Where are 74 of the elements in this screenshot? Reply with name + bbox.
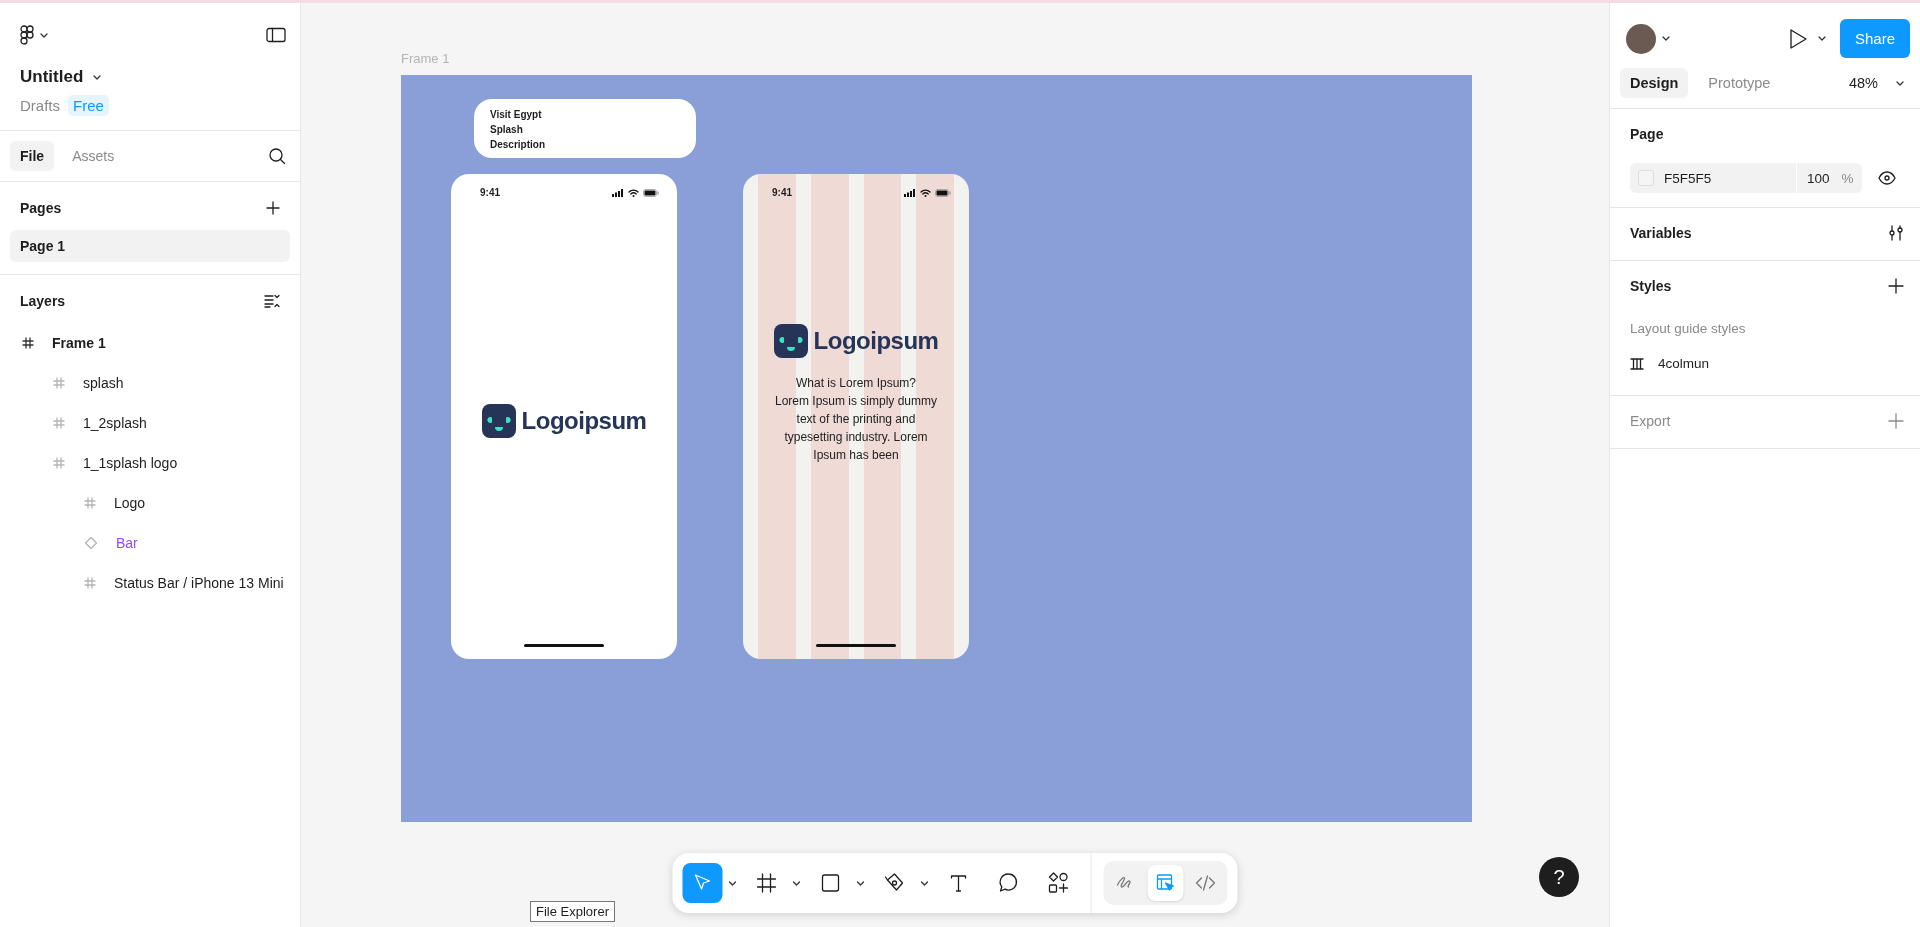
section-title: Styles [1630, 278, 1672, 294]
main-menu-button[interactable] [20, 25, 48, 45]
caret-icon[interactable] [1896, 80, 1904, 86]
figma-logo-icon [20, 25, 34, 45]
tooltip: File Explorer [530, 901, 615, 922]
style-item[interactable]: 4colmun [1630, 356, 1904, 371]
caret-icon[interactable] [93, 74, 102, 80]
frame-tool-icon [754, 871, 779, 895]
layer-item[interactable]: 1_2splash [0, 403, 300, 443]
avatar[interactable] [1626, 23, 1656, 54]
play-icon[interactable] [1787, 27, 1808, 50]
section-title: Export [1630, 413, 1671, 429]
color-field[interactable]: F5F5F5 [1630, 163, 1796, 193]
collapse-layers-icon[interactable] [264, 294, 280, 308]
sliders-icon[interactable] [1888, 225, 1904, 241]
diamond-icon [84, 536, 98, 550]
caret-icon [40, 32, 48, 38]
frame-icon [84, 577, 96, 589]
wifi-icon [920, 188, 931, 197]
frame-icon [84, 497, 96, 509]
frame-icon [22, 337, 34, 349]
frame-icon [53, 457, 65, 469]
status-time: 9:41 [480, 187, 500, 198]
group-label: Layout guide styles [1630, 321, 1747, 336]
add-icon[interactable] [266, 201, 280, 215]
layer-item[interactable]: Bar [0, 523, 300, 563]
eye-icon[interactable] [1877, 171, 1896, 185]
sidebar-toggle-icon[interactable] [266, 27, 286, 43]
opacity-field[interactable]: 100 % [1796, 163, 1862, 193]
grid-columns-icon [1630, 356, 1644, 371]
panel-tab[interactable]: Prototype [1698, 68, 1781, 98]
mode-button[interactable] [1147, 865, 1184, 901]
layer-item[interactable]: splash [0, 363, 300, 403]
logo-wordmark: Logoipsum [813, 327, 939, 355]
layer-item[interactable]: 1_1splash logo [0, 443, 300, 483]
caret-icon[interactable] [728, 880, 737, 886]
frame-icon [53, 377, 65, 389]
description-text: What is Lorem Ipsum? Lorem Ipsum is simply dummy text of the printing and typesetting industry. Lorem Ipsum has been [774, 375, 937, 464]
caret-icon[interactable] [920, 880, 929, 886]
section-title: Page [1630, 126, 1664, 142]
logo-icon [481, 404, 516, 438]
section-title: Pages [20, 200, 62, 216]
signal-icon [904, 188, 916, 197]
panel-tab[interactable]: File [10, 141, 55, 171]
logo-wordmark: Logoipsum [521, 407, 647, 435]
plan-badge: Free [68, 95, 109, 116]
note-text: Visit Egypt Splash Description [490, 108, 546, 152]
drafts-link[interactable]: Drafts [20, 97, 60, 114]
zoom-dropdown[interactable]: 48% [1848, 75, 1878, 91]
add-icon[interactable] [1888, 278, 1904, 294]
file-title[interactable]: Untitled [20, 67, 84, 87]
layer-item[interactable]: Logo [0, 483, 300, 523]
layer-item[interactable]: Frame 1 [0, 323, 300, 363]
section-title: Variables [1630, 225, 1692, 241]
shapes-icon [1046, 871, 1071, 895]
logo-icon [773, 324, 808, 358]
battery-icon [935, 188, 951, 197]
panel-tab[interactable]: Assets [62, 141, 125, 171]
caret-icon[interactable] [1817, 36, 1826, 41]
caret-icon[interactable] [1662, 36, 1670, 41]
panel-tab[interactable]: Design [1620, 68, 1689, 98]
caret-icon[interactable] [856, 880, 865, 886]
frame-icon [53, 417, 65, 429]
help-button[interactable]: ? [1539, 857, 1579, 897]
battery-icon [643, 188, 659, 197]
status-time: 9:41 [772, 187, 792, 198]
section-title: Layers [20, 293, 66, 309]
search-icon[interactable] [268, 147, 286, 165]
color-swatch [1638, 170, 1654, 186]
layer-item[interactable]: Status Bar / iPhone 13 Mini [0, 563, 300, 603]
caret-icon[interactable] [792, 880, 801, 886]
wifi-icon [628, 188, 639, 197]
signal-icon [612, 188, 624, 197]
page-item[interactable]: Page 1 [10, 230, 290, 262]
